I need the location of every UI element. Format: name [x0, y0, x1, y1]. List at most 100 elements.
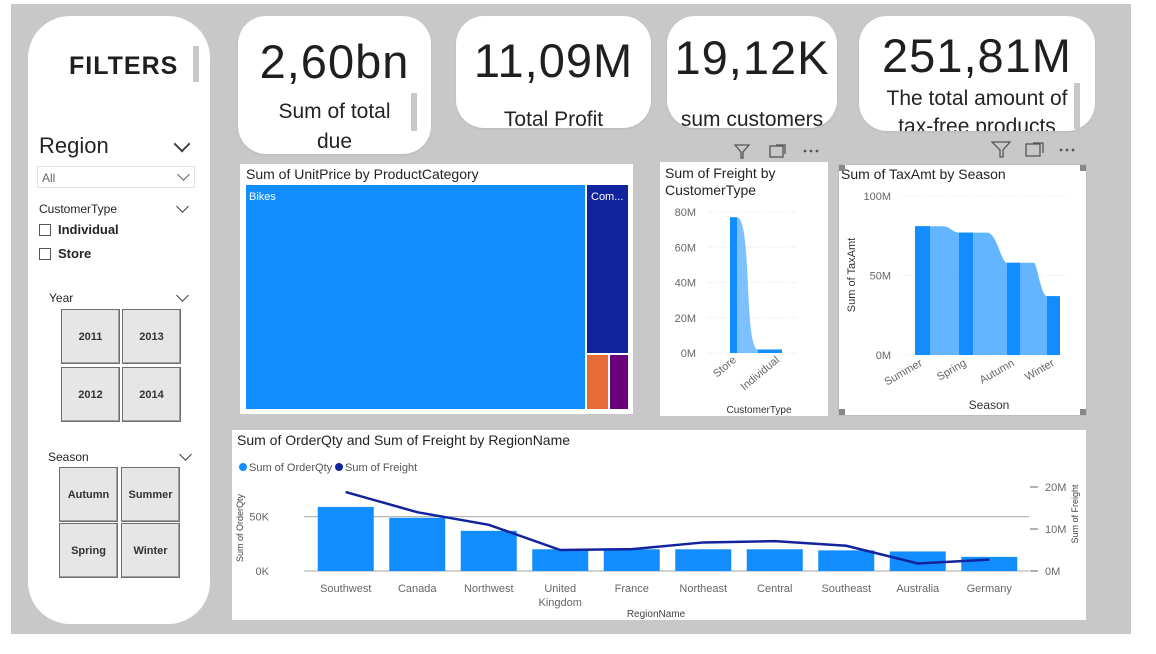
bar [460, 530, 517, 571]
kpi-label: Total Profit [503, 108, 604, 128]
more-options-icon[interactable] [803, 149, 819, 153]
kpi-card-tax-free-products[interactable]: 251,81M The total amount of tax-free pro… [859, 16, 1095, 131]
bar [818, 550, 875, 571]
year-chevron-down-icon[interactable] [176, 289, 189, 302]
season-tile-winter[interactable]: Winter [121, 523, 180, 578]
filter-icon[interactable] [733, 144, 751, 159]
treemap-visual[interactable]: Sum of UnitPrice by ProductCategory Bike… [240, 164, 633, 414]
line-point [988, 559, 990, 561]
region-dropdown[interactable]: All [37, 166, 195, 188]
y-right-tick-label: 20M [1045, 482, 1066, 494]
bar [317, 506, 374, 571]
x-axis-title: Season [969, 398, 1010, 412]
region-chevron-down-icon[interactable] [173, 135, 191, 153]
area-segment [1047, 296, 1060, 355]
x-tick-label: Spring [935, 357, 969, 383]
year-tile-2014[interactable]: 2014 [122, 367, 181, 422]
line-point [631, 548, 633, 550]
y-tick-label: 0M [681, 348, 696, 360]
y-tick-label: 60M [675, 242, 696, 254]
season-chevron-down-icon[interactable] [179, 448, 192, 461]
x-tick-label: Central [757, 583, 792, 595]
legend-marker [239, 463, 247, 471]
year-tile-2012[interactable]: 2012 [61, 367, 120, 422]
treemap-tile-label: Bikes [249, 191, 276, 203]
x-tick-label: Individual [739, 354, 782, 393]
season-tile-spring[interactable]: Spring [59, 523, 118, 578]
kpi-value: 251,81M [882, 29, 1072, 82]
region-slicer-label: Region [39, 133, 109, 158]
legend-marker [335, 463, 343, 471]
kpi-card-sum-customers[interactable]: 19,12K sum customers [667, 16, 837, 128]
checkbox-store[interactable] [39, 248, 51, 260]
checkbox-individual[interactable] [39, 224, 51, 236]
year-tile-2011[interactable]: 2011 [61, 309, 120, 364]
line-point [416, 511, 418, 513]
season-slicer-label: Season [48, 450, 89, 464]
focus-mode-icon[interactable] [769, 144, 786, 158]
y-tick-label: 40M [675, 278, 696, 290]
y-tick-label: 20M [675, 313, 696, 325]
line-point [845, 545, 847, 547]
line-point [774, 540, 776, 542]
tax-by-season-visual[interactable]: Sum of TaxAmt by Season 100M 50M 0M Summer S… [838, 164, 1087, 416]
area-segment-individual [758, 349, 782, 353]
kpi-scrollbar[interactable] [1074, 83, 1080, 129]
tax-chart-svg: 100M50M0MSummer Spring Autumn WinterSeasonS… [839, 165, 1086, 415]
bar [675, 549, 732, 571]
resize-handle [1080, 165, 1086, 171]
filter-icon[interactable] [991, 141, 1012, 158]
y-left-axis-title: Sum of OrderQty [235, 493, 245, 562]
season-tile-autumn[interactable]: Autumn [59, 467, 118, 522]
region-dropdown-chevron-icon [177, 168, 190, 181]
kpi-card-total-due[interactable]: 2,60bn Sum of total due [238, 16, 431, 154]
focus-mode-icon[interactable] [1025, 142, 1044, 157]
bar [603, 549, 660, 571]
x-tick-label: Northeast [679, 583, 727, 595]
more-options-icon[interactable] [1059, 148, 1075, 152]
freight-visual-header [733, 144, 819, 159]
x-tick-label: France [615, 583, 649, 595]
area-segment [915, 226, 930, 355]
kpi-value: 2,60bn [259, 35, 410, 88]
treemap-tile-orange[interactable] [587, 355, 608, 409]
filters-panel: FILTERS Region All CustomerType Individu… [28, 16, 210, 624]
y-right-tick-label: 0M [1045, 566, 1060, 578]
kpi-card-total-profit[interactable]: 11,09M Total Profit [456, 16, 651, 128]
kpi-label: due [316, 130, 353, 153]
resize-handle [839, 409, 845, 415]
treemap-tile-bikes[interactable]: Bikes [246, 185, 585, 409]
resize-handle [1080, 409, 1086, 415]
y-tick-label: 100M [863, 191, 891, 203]
tax-visual-header [991, 141, 1075, 158]
treemap-tile-components[interactable]: Com... [587, 185, 628, 353]
area-series [730, 217, 782, 353]
checkbox-store-label: Store [58, 246, 92, 261]
filters-scrollbar[interactable] [193, 46, 199, 82]
area-segment-store [730, 217, 737, 353]
y-right-axis-title: Sum of Freight [1070, 484, 1080, 544]
orderqty-freight-by-region-visual[interactable]: Sum of OrderQty and Sum of Freight by Re… [232, 430, 1086, 620]
season-tile-summer[interactable]: Summer [121, 467, 180, 522]
region-dropdown-value: All [42, 171, 56, 185]
customertype-chevron-down-icon[interactable] [176, 200, 189, 213]
bar [532, 549, 589, 571]
y-axis-title: Sum of TaxAmt [846, 238, 858, 312]
area-segment [1007, 262, 1020, 355]
legend-label: Sum of Freight [345, 462, 417, 474]
x-tick-label: Australia [896, 583, 940, 595]
freight-chart-svg: 80M 60M 40M 20M 0M Store Individual CustomerTyp… [675, 207, 796, 416]
kpi-scrollbar[interactable] [411, 93, 417, 131]
kpi-label: The total amount of [886, 87, 1068, 110]
customertype-slicer-label: CustomerType [39, 202, 118, 216]
line-point [488, 524, 490, 526]
treemap-tile-label: Com... [591, 191, 624, 203]
freight-by-customertype-visual[interactable]: Sum of Freight by CustomerType 80M 60M 40M… [660, 162, 828, 416]
treemap-tile-purple[interactable] [610, 355, 628, 409]
year-tile-2013[interactable]: 2013 [122, 309, 181, 364]
bar [746, 549, 803, 571]
bar [389, 517, 446, 571]
x-tick-label: Canada [398, 583, 437, 595]
legend-label: Sum of OrderQty [249, 462, 333, 474]
chart-title: Sum of UnitPrice by ProductCategory [246, 166, 479, 182]
